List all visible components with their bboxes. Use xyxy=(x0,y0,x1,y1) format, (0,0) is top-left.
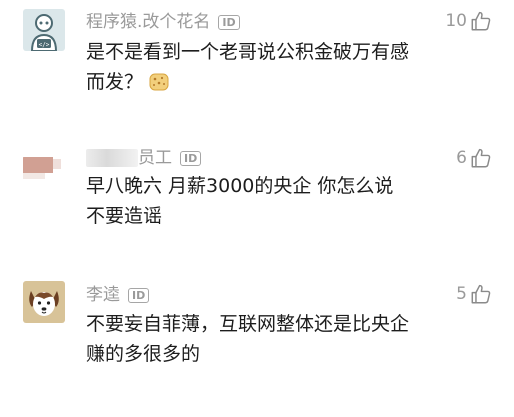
avatar[interactable] xyxy=(23,281,65,323)
avatar[interactable] xyxy=(23,155,65,197)
thumbs-up-icon xyxy=(471,148,491,168)
like-button[interactable]: 5 xyxy=(456,283,492,305)
svg-text:</>: </> xyxy=(39,42,50,49)
username-row: 李逵 ID xyxy=(86,284,150,306)
dog-avatar-icon xyxy=(23,281,65,323)
username[interactable]: 程序猿.改个花名 xyxy=(86,11,210,33)
username[interactable]: 员工 xyxy=(138,147,172,169)
robot-avatar-icon: </> xyxy=(23,9,65,51)
like-button[interactable]: 6 xyxy=(456,147,492,169)
id-badge: ID xyxy=(180,150,202,166)
like-button[interactable]: 10 xyxy=(445,10,492,32)
like-count: 5 xyxy=(456,284,467,304)
comment-text: 是不是看到一个老哥说公积金破万有感 而发？ xyxy=(86,37,486,97)
id-badge: ID xyxy=(128,287,150,303)
thumbs-up-icon xyxy=(471,284,491,304)
blurred-avatar-icon xyxy=(23,155,65,197)
username-row: 程序猿.改个花名 ID xyxy=(86,11,240,33)
username[interactable]: 李逵 xyxy=(86,284,120,306)
blurred-name xyxy=(86,149,138,167)
like-count: 10 xyxy=(445,11,467,31)
like-count: 6 xyxy=(456,148,467,168)
thumbs-up-icon xyxy=(471,11,491,31)
username-row: 员工 ID xyxy=(86,147,202,169)
cookie-emoji-icon xyxy=(149,73,169,90)
comment-body: 是不是看到一个老哥说公积金破万有感 而发？ xyxy=(86,41,410,93)
comment-text: 早八晚六 月薪3000的央企 你怎么说 不要造谣 xyxy=(86,175,394,227)
id-badge: ID xyxy=(218,14,240,30)
comment-text: 不要妄自菲薄，互联网整体还是比央企 赚的多很多的 xyxy=(86,313,410,365)
avatar[interactable]: </> xyxy=(23,9,65,51)
